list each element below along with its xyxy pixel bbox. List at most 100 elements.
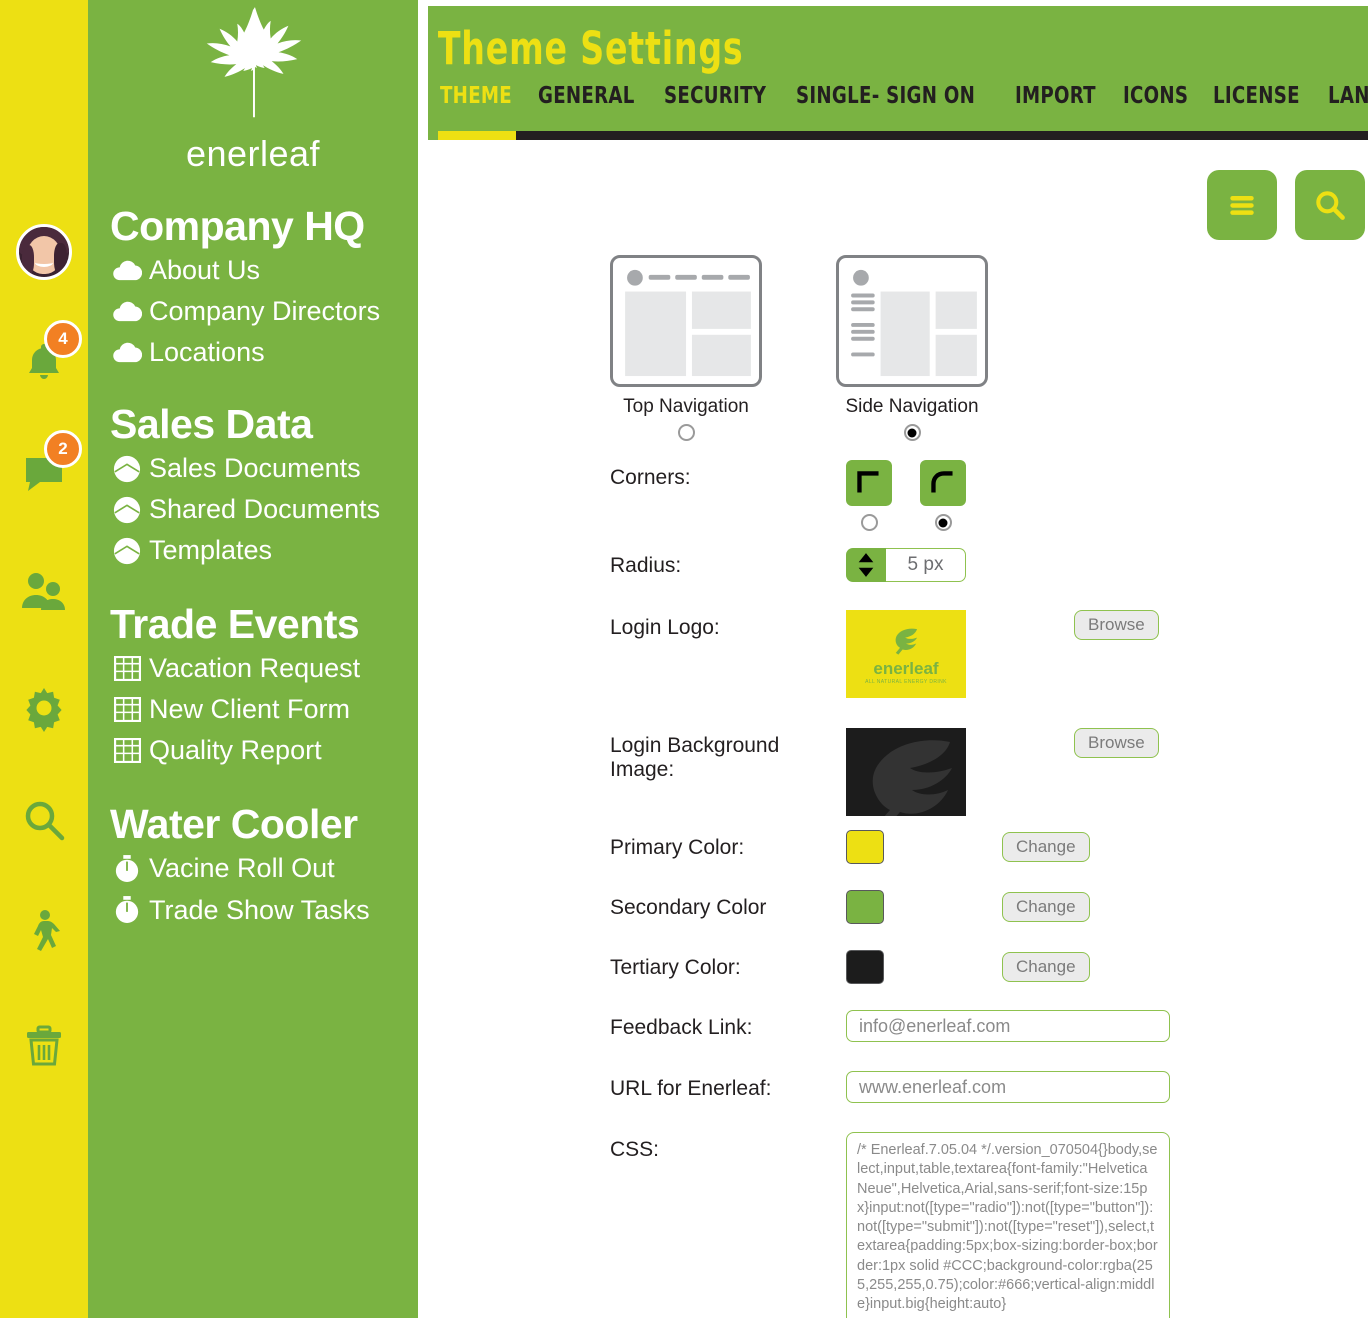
stopwatch-icon: [112, 895, 142, 925]
browse-background-button[interactable]: Browse: [1074, 728, 1159, 758]
cloud-icon: [112, 338, 142, 368]
secondary-color-label: Secondary Color: [610, 896, 767, 919]
sidebar-item-label: Company Directors: [149, 296, 381, 327]
change-primary-color-button[interactable]: Change: [1002, 832, 1090, 862]
sidebar-item-label: Vacation Request: [149, 653, 361, 684]
rail-item-settings[interactable]: [0, 664, 88, 752]
nav-option-side[interactable]: Side Navigation: [836, 255, 988, 446]
rounded-corner-icon: [931, 471, 953, 493]
primary-color-swatch[interactable]: [846, 830, 884, 864]
square-corner-button[interactable]: [846, 460, 892, 506]
sidebar-item-trade-show-tasks[interactable]: Trade Show Tasks: [112, 890, 418, 931]
sidebar-item-shared-documents[interactable]: Shared Documents: [112, 489, 418, 530]
menu-button[interactable]: [1207, 170, 1278, 240]
tab-bar: THEME GENERAL SECURITY SINGLE- SIGN ON I…: [428, 83, 1368, 114]
login-logo-tagline: ALL NATURAL ENERGY DRINK: [865, 678, 947, 685]
change-tertiary-color-button[interactable]: Change: [1002, 952, 1090, 982]
nav-option-label: Top Navigation: [623, 396, 749, 417]
row-radius: Radius: 5 px: [610, 548, 1368, 592]
sidebar-item-quality-report[interactable]: Quality Report: [112, 730, 418, 771]
table-icon: [112, 695, 142, 725]
sidebar-item-label: Quality Report: [149, 735, 322, 766]
rail-item-trash[interactable]: [0, 1002, 88, 1090]
sidebar-item-label: Locations: [149, 337, 265, 368]
browse-logo-button[interactable]: Browse: [1074, 610, 1159, 640]
login-logo-label: Login Logo:: [610, 616, 720, 639]
login-background-preview[interactable]: [846, 728, 966, 816]
radio-side-navigation[interactable]: [903, 424, 921, 441]
row-feedback-link: Feedback Link:: [610, 1010, 1368, 1054]
nav-group-company-hq: Company HQ About Us Company Directors Lo…: [110, 204, 418, 373]
tab-license[interactable]: LICENSE: [1213, 83, 1300, 114]
sidebar-item-vacation-request[interactable]: Vacation Request: [112, 648, 418, 689]
group-title: Water Cooler: [110, 801, 358, 848]
theme-form: Top Navigation Side Navigation Corners: …: [610, 255, 1368, 1318]
page-title: Theme Settings: [437, 22, 744, 75]
avatar[interactable]: [16, 224, 72, 280]
radio-top-navigation[interactable]: [677, 424, 695, 441]
sidebar-item-sales-documents[interactable]: Sales Documents: [112, 448, 418, 489]
message-badge: 2: [44, 430, 82, 468]
group-title: Sales Data: [110, 401, 313, 448]
icon-rail: 4 2: [0, 0, 88, 1318]
leaf-mark-icon: [895, 628, 918, 655]
nav-group-trade-events: Trade Events Vacation Request New Client…: [110, 603, 418, 771]
document-circle-icon: [112, 454, 142, 484]
sidebar-item-label: Shared Documents: [149, 494, 381, 525]
secondary-color-swatch[interactable]: [846, 890, 884, 924]
top-navigation-thumbnail[interactable]: [610, 255, 762, 387]
rail-item-activity[interactable]: [0, 888, 88, 976]
css-textarea[interactable]: /* Enerleaf.7.05.04 */.version_070504{}b…: [846, 1132, 1170, 1318]
brand[interactable]: enerleaf: [88, 0, 418, 175]
brand-name: enerleaf: [185, 133, 321, 174]
rail-item-messages[interactable]: 2: [0, 428, 88, 516]
rail-item-avatar[interactable]: [0, 208, 88, 296]
css-label: CSS:: [610, 1138, 660, 1161]
sidebar-item-label: Templates: [149, 535, 273, 566]
tab-security[interactable]: SECURITY: [664, 83, 766, 114]
radio-square-corners[interactable]: [860, 514, 878, 531]
tab-language[interactable]: LANGUAGE: [1328, 83, 1368, 114]
search-button[interactable]: [1295, 170, 1366, 240]
url-label: URL for Enerleaf:: [610, 1077, 772, 1100]
radius-stepper[interactable]: 5 px: [846, 548, 966, 582]
leaf-icon: [206, 7, 302, 118]
sidebar-item-locations[interactable]: Locations: [112, 332, 418, 373]
tab-general[interactable]: GENERAL: [538, 83, 635, 114]
rail-item-notifications[interactable]: 4: [0, 318, 88, 406]
rail-item-contacts[interactable]: [0, 548, 88, 636]
sidebar-item-templates[interactable]: Templates: [112, 530, 418, 571]
main-panel: Theme Settings THEME GENERAL SECURITY SI…: [418, 0, 1368, 1318]
feedback-link-input[interactable]: [846, 1010, 1170, 1042]
users-icon: [20, 568, 68, 616]
row-primary-color: Primary Color: Change: [610, 830, 1368, 874]
square-corner-icon: [857, 471, 879, 493]
nav-group-water-cooler: Water Cooler Vacine Roll Out Trade Show …: [110, 803, 418, 930]
sidebar-item-new-client-form[interactable]: New Client Form: [112, 689, 418, 730]
tertiary-color-swatch[interactable]: [846, 950, 884, 984]
chevron-updown-icon: [858, 553, 874, 577]
tab-single-sign-on[interactable]: SINGLE- SIGN ON: [796, 83, 975, 114]
rail-item-search[interactable]: [0, 776, 88, 864]
action-buttons: [1207, 170, 1368, 240]
sidebar-item-company-directors[interactable]: Company Directors: [112, 291, 418, 332]
login-logo-text: enerleaf: [873, 658, 939, 678]
tab-theme[interactable]: THEME: [440, 83, 512, 114]
row-secondary-color: Secondary Color Change: [610, 890, 1368, 934]
sidebar-item-vacine-roll-out[interactable]: Vacine Roll Out: [112, 848, 418, 889]
radius-spin-buttons[interactable]: [846, 548, 886, 582]
tab-active-indicator: [438, 131, 516, 140]
rounded-corner-button[interactable]: [920, 460, 966, 506]
url-input[interactable]: [846, 1071, 1170, 1103]
stopwatch-icon: [112, 854, 142, 884]
radio-rounded-corners[interactable]: [934, 514, 952, 531]
tab-import[interactable]: IMPORT: [1015, 83, 1096, 114]
tab-icons[interactable]: ICONS: [1123, 83, 1188, 114]
primary-color-label: Primary Color:: [610, 836, 745, 859]
side-navigation-thumbnail[interactable]: [836, 255, 988, 387]
login-logo-preview[interactable]: enerleaf ALL NATURAL ENERGY DRINK: [846, 610, 966, 698]
search-icon: [20, 796, 68, 844]
change-secondary-color-button[interactable]: Change: [1002, 892, 1090, 922]
sidebar-item-about-us[interactable]: About Us: [112, 250, 418, 291]
nav-option-top[interactable]: Top Navigation: [610, 255, 762, 446]
